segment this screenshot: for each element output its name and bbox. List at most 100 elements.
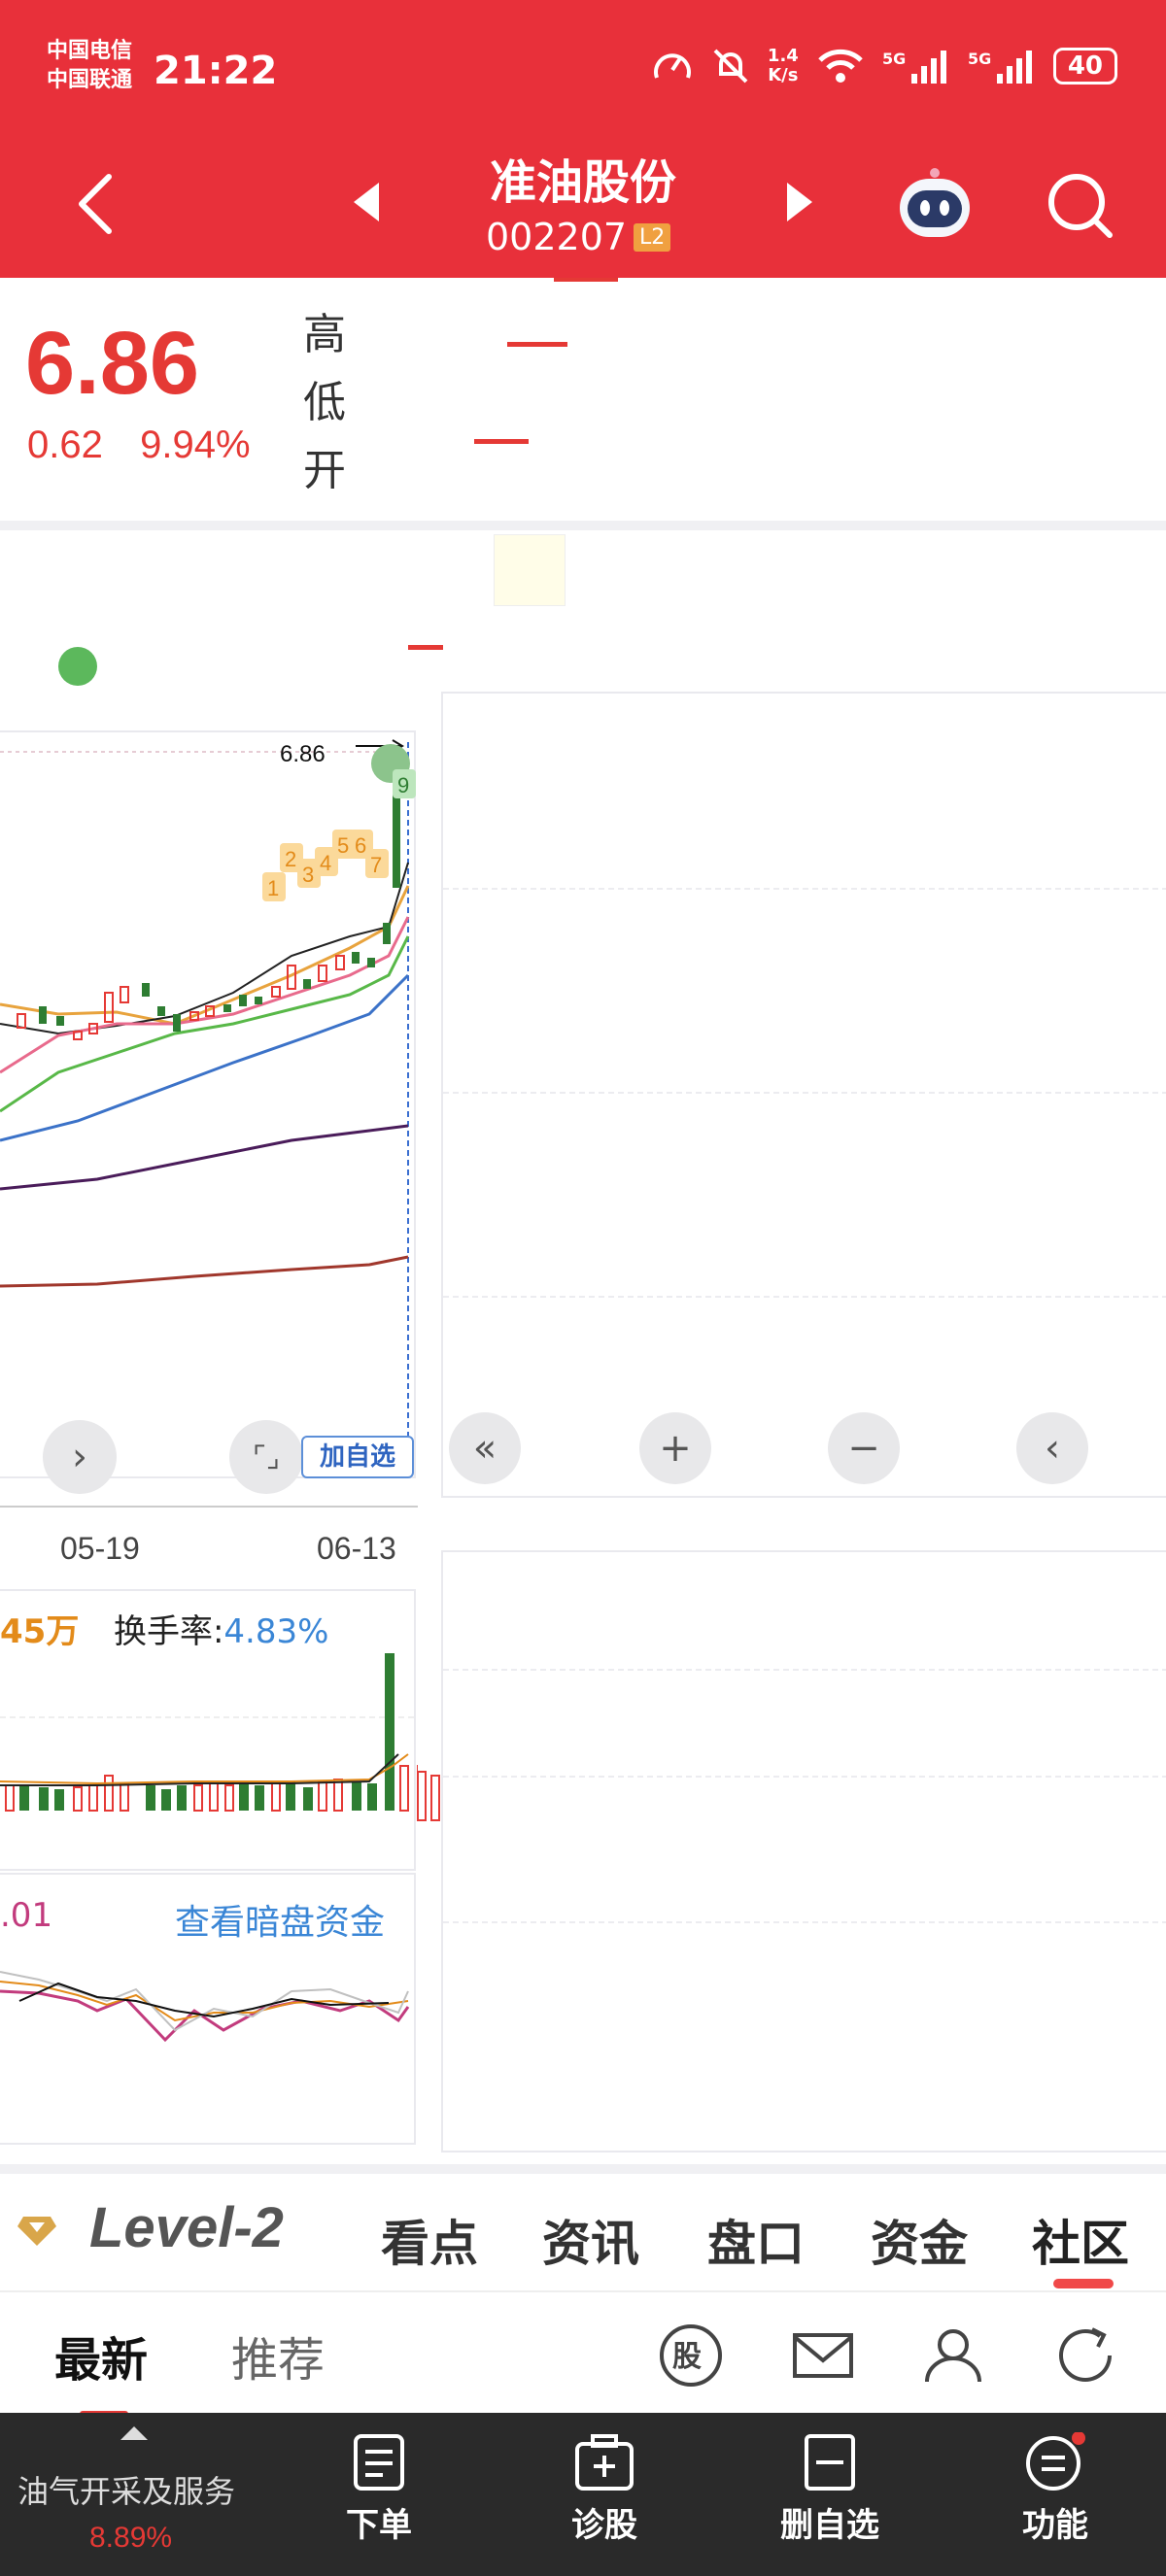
- svg-text:7: 7: [370, 853, 382, 877]
- grid-line: [443, 1776, 1166, 1778]
- svg-text:5: 5: [337, 833, 349, 858]
- order-icon: [354, 2434, 404, 2491]
- indicator-panel: .01 查看暗盘资金: [0, 1873, 416, 2145]
- tab-orderbook[interactable]: 盘口: [707, 2205, 805, 2275]
- svg-text:4: 4: [320, 851, 331, 875]
- function-label: 功能: [1022, 2506, 1088, 2545]
- color-swatch: [494, 534, 566, 606]
- volume-panel: 45万 换手率:4.83%: [0, 1589, 418, 1871]
- battery-indicator: 40: [1052, 48, 1117, 85]
- mail-icon[interactable]: [789, 2322, 857, 2390]
- svg-text:2: 2: [285, 847, 296, 871]
- diagnose-label: 诊股: [571, 2506, 637, 2545]
- net-speed-unit: K/s: [768, 65, 799, 85]
- order-label: 下单: [346, 2506, 412, 2545]
- speedometer-icon: [653, 53, 691, 79]
- zoom-in-icon[interactable]: +: [639, 1412, 711, 1484]
- tab-funds[interactable]: 资金: [871, 2205, 968, 2275]
- x-label-start: 05-19: [60, 1531, 140, 1566]
- refresh-icon[interactable]: [1051, 2322, 1119, 2390]
- grid-line: [443, 888, 1166, 890]
- signal-5g-icon-2: 5G: [968, 50, 1032, 84]
- function-button[interactable]: 功能: [987, 2432, 1123, 2546]
- svg-text:9: 9: [397, 773, 409, 797]
- step-back-icon[interactable]: ‹: [1016, 1412, 1088, 1484]
- sector-change: 8.89%: [89, 2522, 173, 2554]
- grid-line: [443, 1921, 1166, 1923]
- next-icon[interactable]: ›: [43, 1420, 117, 1494]
- diagnose-button[interactable]: 诊股: [536, 2432, 672, 2546]
- net-speed-value: 1.4: [767, 46, 799, 66]
- carrier-labels: 中国电信 中国联通: [47, 37, 132, 95]
- volume-chart: [0, 1653, 418, 1812]
- kline-panel: 6.86 1 2 3 4 5 6 7 9 › ⌜⌟: [0, 730, 416, 1494]
- mute-bell-icon: [713, 49, 748, 84]
- wifi-icon: [818, 49, 863, 83]
- quote-panel: 6.86 0.62 9.94% 高 低 开: [0, 278, 1166, 551]
- kline-chart: 6.86 1 2 3 4 5 6 7 9: [0, 739, 416, 1471]
- stock-header: 准油股份 002207 L2: [0, 136, 1166, 278]
- user-icon[interactable]: [919, 2322, 987, 2390]
- search-icon[interactable]: [1042, 167, 1119, 245]
- carrier-2: 中国联通: [47, 68, 133, 92]
- indicator-chart: [0, 1971, 410, 2043]
- active-tab-indicator: [1053, 2279, 1114, 2288]
- hlo-labels: 高 低 开: [303, 301, 346, 505]
- tab-highlights[interactable]: 看点: [381, 2205, 478, 2275]
- add-favorite-button[interactable]: 加自选: [301, 1436, 414, 1478]
- grid-line: [443, 1092, 1166, 1094]
- stock-name: 准油股份: [489, 155, 676, 210]
- svg-text:股: 股: [672, 2340, 702, 2374]
- change-abs: 0.62: [27, 424, 103, 466]
- status-bar: 中国电信 中国联通 21:22 1.4 K/s 5G 5G 40: [0, 0, 1166, 136]
- l2-badge: L2: [634, 223, 671, 252]
- svg-text:5G: 5G: [968, 50, 991, 68]
- fast-back-icon[interactable]: «: [449, 1412, 521, 1484]
- tab-news[interactable]: 资讯: [542, 2205, 639, 2275]
- diagnose-icon: [575, 2434, 634, 2491]
- tab-community[interactable]: 社区: [1032, 2205, 1129, 2275]
- stock-code: 002207: [486, 216, 628, 258]
- label-low: 低: [303, 378, 346, 427]
- order-button[interactable]: 下单: [311, 2432, 447, 2546]
- right-lower-panel: [441, 1550, 1166, 2152]
- bottom-bar: 油气开采及服务 8.89% 下单 诊股 删自选 功能: [0, 2413, 1166, 2576]
- remove-favorite-button[interactable]: 删自选: [762, 2432, 898, 2546]
- subtab-latest[interactable]: 最新: [54, 2322, 148, 2390]
- net-speed: 1.4 K/s: [768, 47, 799, 85]
- remove-fav-icon: [805, 2434, 855, 2491]
- status-icons: 1.4 K/s 5G 5G 40: [651, 47, 1117, 85]
- expand-icon[interactable]: ⌜⌟: [229, 1420, 303, 1494]
- subtab-recommend[interactable]: 推荐: [231, 2322, 325, 2390]
- range-marker: [554, 278, 618, 282]
- svg-text:5G: 5G: [882, 50, 906, 68]
- clock: 21:22: [154, 49, 278, 93]
- community-subtabs: 最新 推荐 股: [0, 2290, 1166, 2417]
- price-change: 0.62 9.94%: [27, 424, 251, 467]
- remove-fav-label: 删自选: [780, 2506, 879, 2545]
- info-tabbar: Level-2 看点 资讯 盘口 资金 社区: [0, 2164, 1166, 2290]
- top-bar: 中国电信 中国联通 21:22 1.4 K/s 5G 5G 40 准油股份 002…: [0, 0, 1166, 278]
- x-label-end: 06-13: [317, 1531, 396, 1566]
- robot-icon[interactable]: [894, 163, 976, 245]
- sector-name[interactable]: 油气开采及服务: [17, 2467, 235, 2512]
- sector-expand-arrow[interactable]: [120, 2426, 148, 2440]
- signal-5g-icon: 5G: [882, 50, 946, 84]
- zoom-out-icon[interactable]: −: [828, 1412, 900, 1484]
- svg-text:6: 6: [355, 833, 366, 858]
- grid-line: [443, 1669, 1166, 1671]
- right-chart-panel: « + − ‹: [441, 692, 1166, 1498]
- diamond-icon: [17, 2217, 56, 2246]
- stock-circle-icon[interactable]: 股: [657, 2322, 725, 2390]
- level2-tab[interactable]: Level-2: [89, 2195, 284, 2260]
- next-stock-icon[interactable]: [787, 183, 812, 221]
- current-price: 6.86: [25, 314, 200, 413]
- label-high: 高: [303, 310, 346, 359]
- low-marker: [474, 439, 529, 444]
- svg-text:1: 1: [267, 876, 279, 900]
- high-marker: [507, 342, 567, 347]
- grid-line: [443, 1296, 1166, 1298]
- function-icon: [1026, 2432, 1085, 2491]
- chart-area: 6.86 1 2 3 4 5 6 7 9 › ⌜⌟ 加自选 « + − ‹ 05…: [0, 530, 1166, 2152]
- svg-text:3: 3: [302, 863, 314, 887]
